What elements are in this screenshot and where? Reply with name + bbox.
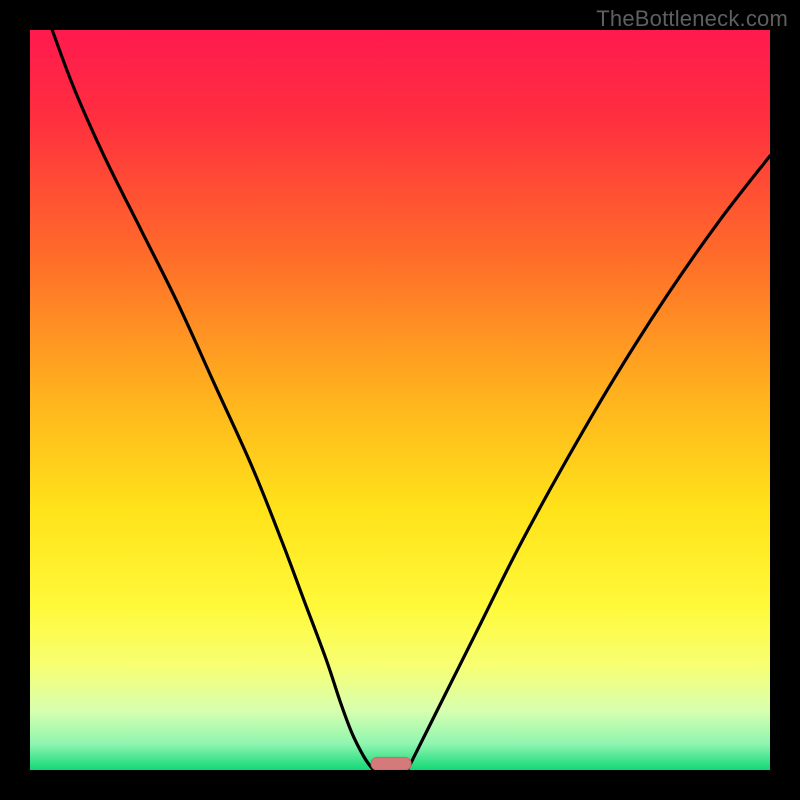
plot-svg <box>30 30 770 770</box>
bottleneck-marker <box>371 757 411 770</box>
gradient-background <box>30 30 770 770</box>
chart-frame: TheBottleneck.com <box>0 0 800 800</box>
plot-area <box>30 30 770 770</box>
watermark-text: TheBottleneck.com <box>596 6 788 32</box>
